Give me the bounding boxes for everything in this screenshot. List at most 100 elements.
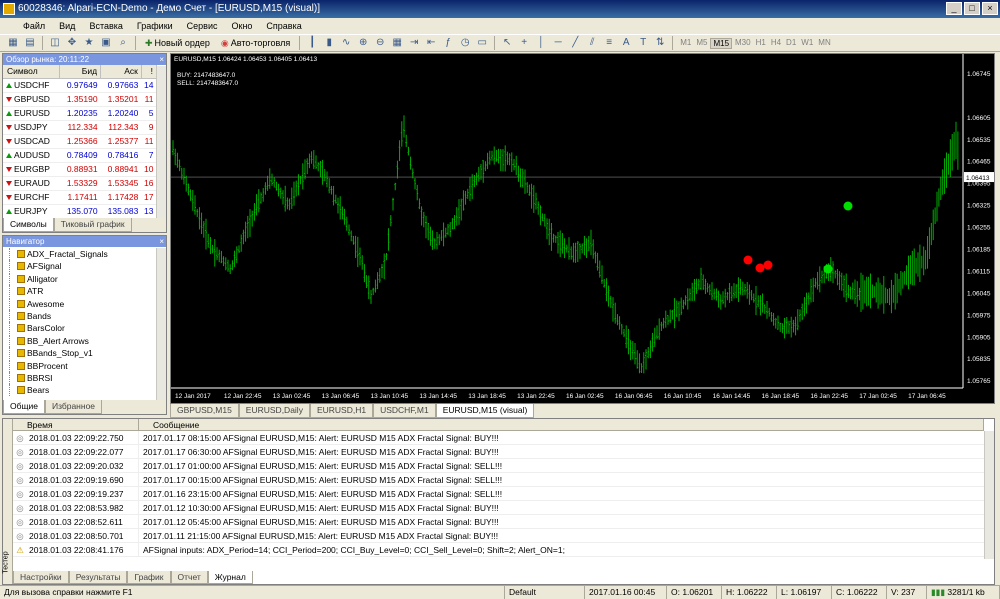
- indicators-icon[interactable]: ƒ: [441, 36, 455, 50]
- periods-icon[interactable]: ◷: [458, 36, 472, 50]
- navigator-icon[interactable]: ★: [82, 36, 96, 50]
- minimize-button[interactable]: _: [946, 2, 962, 15]
- terminal-tab[interactable]: Журнал: [207, 571, 253, 584]
- menu-item[interactable]: Справка: [259, 21, 308, 31]
- terminal-tab[interactable]: Настройки: [13, 571, 69, 584]
- label-icon[interactable]: T: [636, 36, 650, 50]
- new-order-button[interactable]: ✚ Новый ордер: [141, 38, 214, 49]
- timeframe-D1[interactable]: D1: [784, 38, 798, 49]
- market-watch-row[interactable]: GBPUSD 1.35190 1.35201 11: [3, 92, 157, 107]
- market-watch-scrollbar[interactable]: [156, 66, 166, 219]
- candlestick-icon[interactable]: ▮: [322, 36, 336, 50]
- market-watch-row[interactable]: USDCAD 1.25366 1.25377 11: [3, 134, 157, 149]
- close-icon[interactable]: ×: [159, 54, 164, 65]
- col-ask[interactable]: Аск: [100, 65, 142, 79]
- navigator-item[interactable]: BarsColor: [3, 322, 155, 335]
- log-row[interactable]: ◎ 2018.01.03 22:09:19.237 2017.01.16 23:15…: [13, 487, 984, 501]
- close-icon[interactable]: ×: [159, 236, 164, 247]
- terminal-tab[interactable]: Результаты: [68, 571, 128, 584]
- chart-tab[interactable]: EURUSD,Daily: [238, 404, 310, 418]
- tab-favorites[interactable]: Избранное: [44, 400, 103, 414]
- menu-item[interactable]: Сервис: [180, 21, 225, 31]
- vertical-line-icon[interactable]: │: [534, 36, 548, 50]
- profiles-icon[interactable]: ▤: [23, 36, 37, 50]
- market-watch-row[interactable]: EURUSD 1.20235 1.20240 5: [3, 106, 157, 121]
- chart-shift-icon[interactable]: ⇤: [424, 36, 438, 50]
- fibo-icon[interactable]: ≡: [602, 36, 616, 50]
- horizontal-line-icon[interactable]: ─: [551, 36, 565, 50]
- chart-tab[interactable]: EURUSD,M15 (visual): [435, 404, 535, 418]
- log-row[interactable]: ◎ 2018.01.03 22:09:19.690 2017.01.17 00:15…: [13, 473, 984, 487]
- zoom-in-icon[interactable]: ⊕: [356, 36, 370, 50]
- market-watch-row[interactable]: AUDUSD 0.78409 0.78416 7: [3, 148, 157, 163]
- market-watch-icon[interactable]: ◫: [48, 36, 62, 50]
- navigator-item[interactable]: AFSignal: [3, 260, 155, 273]
- log-row[interactable]: ⚠ 2018.01.03 22:08:41.176 AFSignal inputs:…: [13, 543, 984, 557]
- timeframe-M30[interactable]: M30: [733, 38, 753, 49]
- market-watch-row[interactable]: EURJPY 135.070 135.083 13: [3, 204, 157, 219]
- terminal-tab[interactable]: Отчет: [170, 571, 208, 584]
- timeframe-M5[interactable]: M5: [694, 38, 709, 49]
- trendline-icon[interactable]: ╱: [568, 36, 582, 50]
- journal-scrollbar[interactable]: [984, 431, 994, 559]
- log-row[interactable]: ◎ 2018.01.03 22:08:50.701 2017.01.11 21:15…: [13, 529, 984, 543]
- col-symbol[interactable]: Символ: [3, 65, 61, 79]
- autoscroll-icon[interactable]: ⇥: [407, 36, 421, 50]
- templates-icon[interactable]: ▭: [475, 36, 489, 50]
- new-chart-icon[interactable]: ▦: [6, 36, 20, 50]
- chart-tab[interactable]: USDCHF,M1: [373, 404, 436, 418]
- chart-tab[interactable]: GBPUSD,M15: [170, 404, 239, 418]
- arrows-icon[interactable]: ⇅: [653, 36, 667, 50]
- crosshair-icon[interactable]: +: [517, 36, 531, 50]
- timeframe-H4[interactable]: H4: [769, 38, 783, 49]
- market-watch-row[interactable]: EURCHF 1.17411 1.17428 17: [3, 190, 157, 205]
- log-row[interactable]: ◎ 2018.01.03 22:08:53.982 2017.01.12 10:30…: [13, 501, 984, 515]
- timeframe-M1[interactable]: M1: [678, 38, 693, 49]
- line-chart-icon[interactable]: ∿: [339, 36, 353, 50]
- tab-common[interactable]: Общие: [3, 400, 45, 414]
- price-chart[interactable]: 1.06745 1.06605 1.06535 1.06465 1.06395 1.063…: [170, 53, 995, 404]
- col-bid[interactable]: Бид: [59, 65, 102, 79]
- timeframe-M15[interactable]: M15: [710, 37, 733, 49]
- channel-icon[interactable]: ⫽: [585, 36, 599, 50]
- tester-icon[interactable]: ⌕: [116, 36, 130, 50]
- terminal-tab[interactable]: График: [127, 571, 171, 584]
- navigator-item[interactable]: BBProcent: [3, 359, 155, 372]
- menu-item[interactable]: Вставка: [82, 21, 129, 31]
- col-time[interactable]: Время: [13, 419, 139, 430]
- chart-tab[interactable]: EURUSD,H1: [309, 404, 374, 418]
- text-icon[interactable]: A: [619, 36, 633, 50]
- navigator-item[interactable]: BBands_Stop_v1: [3, 347, 155, 360]
- timeframe-W1[interactable]: W1: [799, 38, 815, 49]
- log-row[interactable]: ◎ 2018.01.03 22:09:20.032 2017.01.17 01:00…: [13, 459, 984, 473]
- log-row[interactable]: ◎ 2018.01.03 22:08:52.611 2017.01.12 05:45…: [13, 515, 984, 529]
- timeframe-H1[interactable]: H1: [754, 38, 768, 49]
- close-button[interactable]: ×: [982, 2, 998, 15]
- log-row[interactable]: ◎ 2018.01.03 22:09:22.750 2017.01.17 08:15…: [13, 431, 984, 445]
- navigator-item[interactable]: Bands: [3, 309, 155, 322]
- col-message[interactable]: Сообщение: [139, 419, 984, 430]
- navigator-item[interactable]: ATR: [3, 285, 155, 298]
- menu-item[interactable]: Окно: [225, 21, 260, 31]
- menu-item[interactable]: Вид: [52, 21, 82, 31]
- navigator-item[interactable]: BB_Alert Arrows: [3, 334, 155, 347]
- col-spread[interactable]: !: [141, 65, 158, 79]
- navigator-item[interactable]: ADX_Fractal_Signals: [3, 248, 155, 260]
- tab-symbols[interactable]: Символы: [3, 218, 54, 232]
- navigator-scrollbar[interactable]: [156, 248, 166, 400]
- data-window-icon[interactable]: ✥: [65, 36, 79, 50]
- zoom-out-icon[interactable]: ⊖: [373, 36, 387, 50]
- menu-item[interactable]: Графики: [130, 21, 180, 31]
- navigator-item[interactable]: Bears: [3, 384, 155, 397]
- log-row[interactable]: ◎ 2018.01.03 22:09:22.077 2017.01.17 06:30…: [13, 445, 984, 459]
- tab-tick-chart[interactable]: Тиковый график: [53, 218, 132, 232]
- timeframe-MN[interactable]: MN: [816, 38, 832, 49]
- market-watch-row[interactable]: USDCHF 0.97649 0.97663 14: [3, 78, 157, 93]
- navigator-item[interactable]: Awesome: [3, 297, 155, 310]
- market-watch-row[interactable]: EURAUD 1.53329 1.53345 16: [3, 176, 157, 191]
- bar-chart-icon[interactable]: ┃: [305, 36, 319, 50]
- market-watch-row[interactable]: USDJPY 112.334 112.343 9: [3, 120, 157, 135]
- market-watch-row[interactable]: EURGBP 0.88931 0.88941 10: [3, 162, 157, 177]
- tile-icon[interactable]: ▦: [390, 36, 404, 50]
- navigator-item[interactable]: BBRSI: [3, 371, 155, 384]
